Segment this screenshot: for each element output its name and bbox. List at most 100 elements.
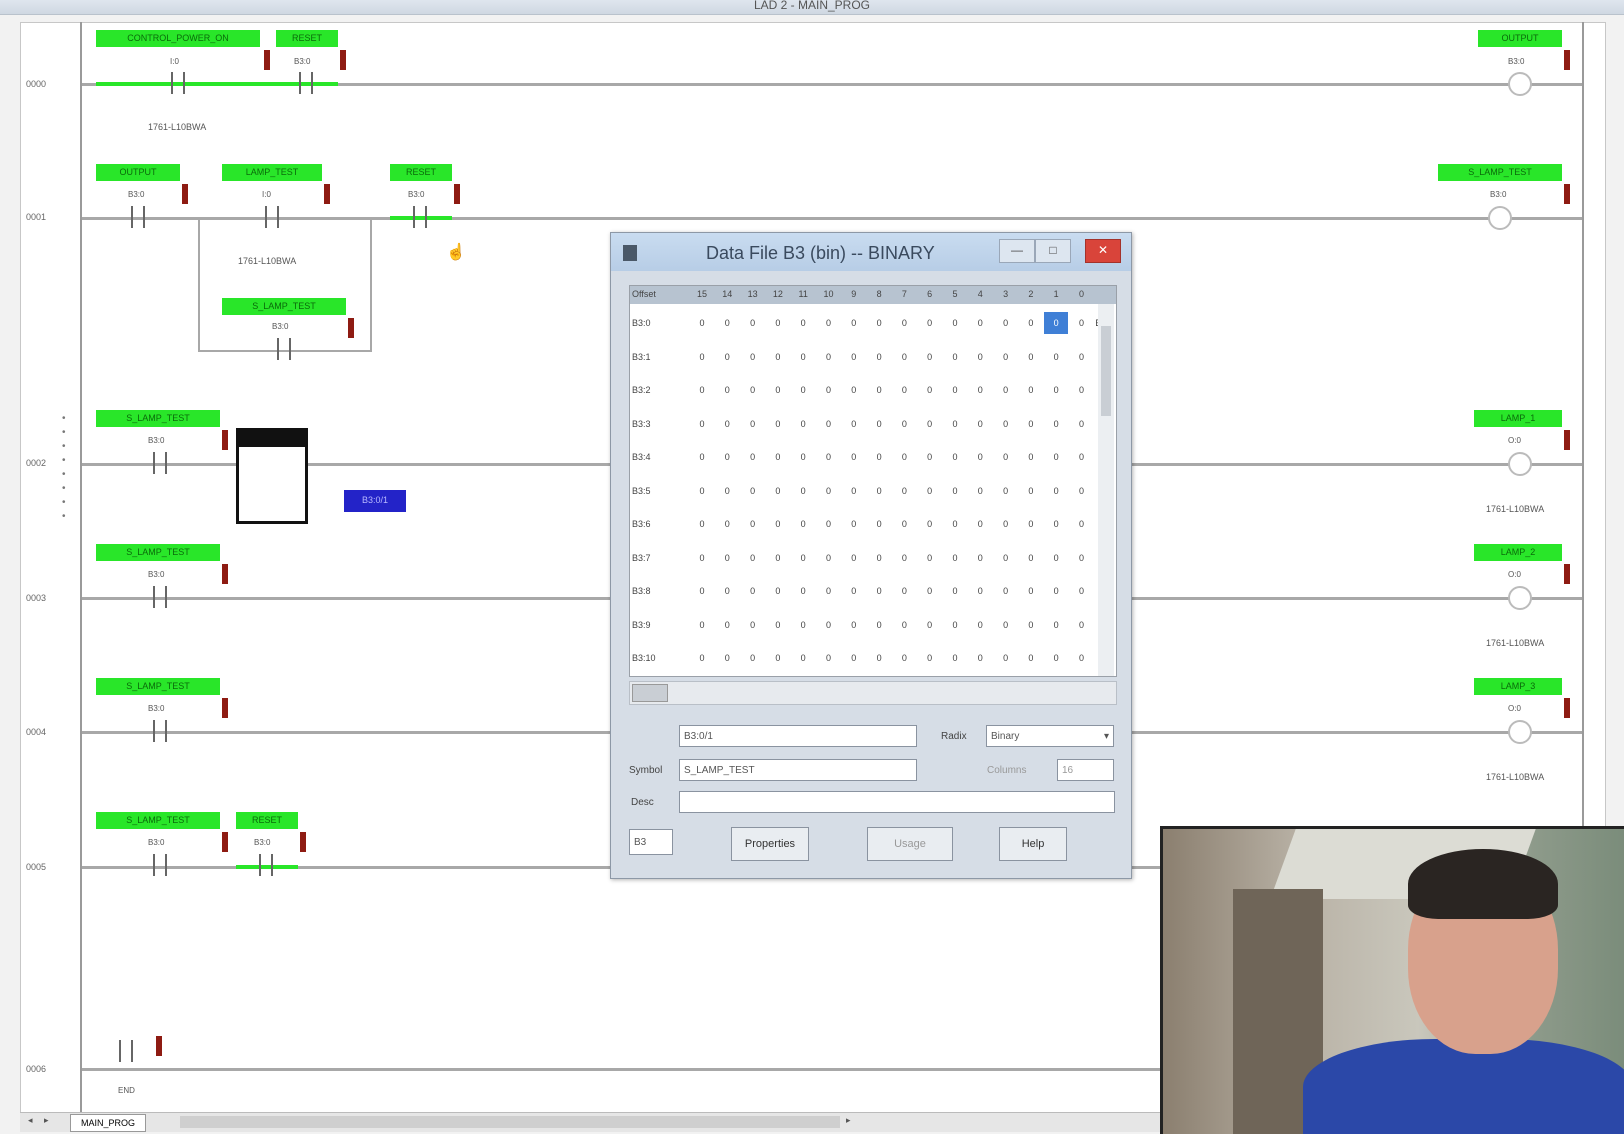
bit-cell[interactable]: 0 bbox=[892, 553, 916, 563]
bit-cell[interactable]: 0 bbox=[994, 318, 1018, 328]
bit-cell[interactable]: 0 bbox=[690, 519, 714, 529]
bit-cell[interactable]: 0 bbox=[791, 486, 815, 496]
bit-cell[interactable]: 0 bbox=[867, 419, 891, 429]
bit-cell[interactable]: 0 bbox=[918, 452, 942, 462]
bit-cell[interactable]: 0 bbox=[842, 653, 866, 663]
bit-cell[interactable]: 0 bbox=[715, 452, 739, 462]
bit-cell[interactable]: 0 bbox=[1019, 486, 1043, 496]
bit-cell[interactable]: 0 bbox=[690, 352, 714, 362]
rung-number[interactable]: 0004 bbox=[26, 727, 46, 737]
instruction-tag[interactable]: LAMP_1 bbox=[1474, 410, 1562, 427]
bit-cell[interactable]: 0 bbox=[867, 553, 891, 563]
bit-cell[interactable]: 0 bbox=[842, 385, 866, 395]
bit-cell[interactable]: 0 bbox=[715, 620, 739, 630]
bit-cell[interactable]: 0 bbox=[1019, 318, 1043, 328]
bit-cell[interactable]: 0 bbox=[943, 419, 967, 429]
bit-cell[interactable]: 0 bbox=[1044, 385, 1068, 395]
bit-cell[interactable]: 0 bbox=[715, 419, 739, 429]
bit-cell[interactable]: 0 bbox=[918, 419, 942, 429]
table-row[interactable]: B3:8 0 0 0 0 0 0 0 0 0 0 0 0 0 0 0 0 bbox=[630, 576, 1116, 610]
bit-cell[interactable]: 0 bbox=[817, 352, 841, 362]
bit-cell[interactable]: 0 bbox=[994, 452, 1018, 462]
file-spinner[interactable]: B3 bbox=[629, 829, 673, 855]
output-coil[interactable] bbox=[1508, 72, 1532, 96]
bit-cell[interactable]: 0 bbox=[994, 352, 1018, 362]
bit-cell[interactable]: 0 bbox=[968, 352, 992, 362]
scroll-right-icon[interactable]: ▸ bbox=[44, 1115, 49, 1126]
bit-cell[interactable]: 0 bbox=[791, 318, 815, 328]
bit-cell[interactable]: 0 bbox=[1044, 653, 1068, 663]
bit-cell[interactable]: 0 bbox=[1070, 586, 1094, 596]
minimize-button[interactable]: — bbox=[999, 239, 1035, 263]
bit-cell[interactable]: 0 bbox=[690, 620, 714, 630]
bit-cell[interactable]: 0 bbox=[817, 318, 841, 328]
bit-cell[interactable]: 0 bbox=[943, 620, 967, 630]
bit-cell[interactable]: 0 bbox=[892, 519, 916, 529]
bit-cell[interactable]: 0 bbox=[968, 486, 992, 496]
bit-cell[interactable]: 0 bbox=[741, 352, 765, 362]
bit-cell[interactable]: 0 bbox=[791, 452, 815, 462]
bit-cell[interactable]: 0 bbox=[892, 452, 916, 462]
rung-number[interactable]: 0003 bbox=[26, 593, 46, 603]
bit-cell[interactable]: 0 bbox=[690, 653, 714, 663]
bit-cell[interactable]: 0 bbox=[817, 385, 841, 395]
xic-contact[interactable] bbox=[150, 586, 170, 608]
bit-cell[interactable]: 0 bbox=[918, 519, 942, 529]
bit-cell[interactable]: 0 bbox=[715, 385, 739, 395]
bit-cell[interactable]: 0 bbox=[892, 486, 916, 496]
bit-cell[interactable]: 0 bbox=[1019, 620, 1043, 630]
bit-cell[interactable]: 0 bbox=[918, 352, 942, 362]
bit-cell[interactable]: 0 bbox=[690, 586, 714, 596]
bit-cell[interactable]: 0 bbox=[690, 318, 714, 328]
bit-cell[interactable]: 0 bbox=[994, 385, 1018, 395]
rung-number[interactable]: 0002 bbox=[26, 458, 46, 468]
xic-contact[interactable] bbox=[150, 854, 170, 876]
xic-contact[interactable] bbox=[150, 452, 170, 474]
bit-cell[interactable]: 0 bbox=[1044, 486, 1068, 496]
bit-cell[interactable]: 0 bbox=[943, 486, 967, 496]
bit-cell[interactable]: 0 bbox=[817, 653, 841, 663]
bit-cell[interactable]: 0 bbox=[968, 318, 992, 328]
bit-cell[interactable]: 0 bbox=[1019, 352, 1043, 362]
columns-field[interactable]: 16 bbox=[1057, 759, 1114, 781]
bit-cell[interactable]: 0 bbox=[867, 352, 891, 362]
bit-cell[interactable]: 0 bbox=[842, 519, 866, 529]
bit-cell[interactable]: 0 bbox=[791, 586, 815, 596]
bit-cell[interactable]: 0 bbox=[690, 486, 714, 496]
rung-number[interactable]: 0006 bbox=[26, 1064, 46, 1074]
bit-cell[interactable]: 0 bbox=[842, 486, 866, 496]
bit-cell[interactable]: 0 bbox=[1019, 452, 1043, 462]
bit-cell[interactable]: 0 bbox=[791, 419, 815, 429]
dialog-titlebar[interactable]: Data File B3 (bin) -- BINARY — □ ✕ bbox=[611, 233, 1131, 271]
output-coil[interactable] bbox=[1508, 452, 1532, 476]
bit-cell[interactable]: 0 bbox=[1070, 519, 1094, 529]
bit-cell[interactable]: 0 bbox=[1044, 452, 1068, 462]
bit-cell[interactable]: 0 bbox=[943, 519, 967, 529]
bit-cell[interactable]: 0 bbox=[892, 419, 916, 429]
bit-cell[interactable]: 0 bbox=[994, 620, 1018, 630]
xic-contact[interactable] bbox=[150, 720, 170, 742]
usage-button[interactable]: Usage bbox=[867, 827, 953, 861]
bit-cell[interactable]: 0 bbox=[842, 586, 866, 596]
bit-cell[interactable]: 0 bbox=[690, 385, 714, 395]
data-file-dialog[interactable]: Data File B3 (bin) -- BINARY — □ ✕ Offse… bbox=[610, 232, 1132, 879]
bit-cell[interactable]: 0 bbox=[943, 553, 967, 563]
bit-cell[interactable]: 0 bbox=[943, 586, 967, 596]
bit-cell[interactable]: 0 bbox=[715, 318, 739, 328]
bit-cell[interactable]: 0 bbox=[817, 519, 841, 529]
bit-cell[interactable]: 0 bbox=[994, 519, 1018, 529]
bit-cell[interactable]: 0 bbox=[994, 653, 1018, 663]
scroll-right-icon[interactable]: ▸ bbox=[846, 1115, 851, 1126]
xio-contact[interactable] bbox=[296, 72, 316, 94]
vertical-scrollbar[interactable] bbox=[1098, 304, 1114, 676]
bit-cell[interactable]: 0 bbox=[994, 553, 1018, 563]
bit-cell[interactable]: 0 bbox=[1019, 553, 1043, 563]
xic-contact[interactable] bbox=[168, 72, 188, 94]
bit-cell[interactable]: 0 bbox=[741, 419, 765, 429]
bit-cell[interactable]: 0 bbox=[766, 452, 790, 462]
bit-cell[interactable]: 0 bbox=[1044, 352, 1068, 362]
bit-cell[interactable]: 0 bbox=[918, 620, 942, 630]
bit-cell[interactable]: 0 bbox=[943, 452, 967, 462]
bit-cell[interactable]: 0 bbox=[715, 519, 739, 529]
bit-cell[interactable]: 0 bbox=[1044, 586, 1068, 596]
